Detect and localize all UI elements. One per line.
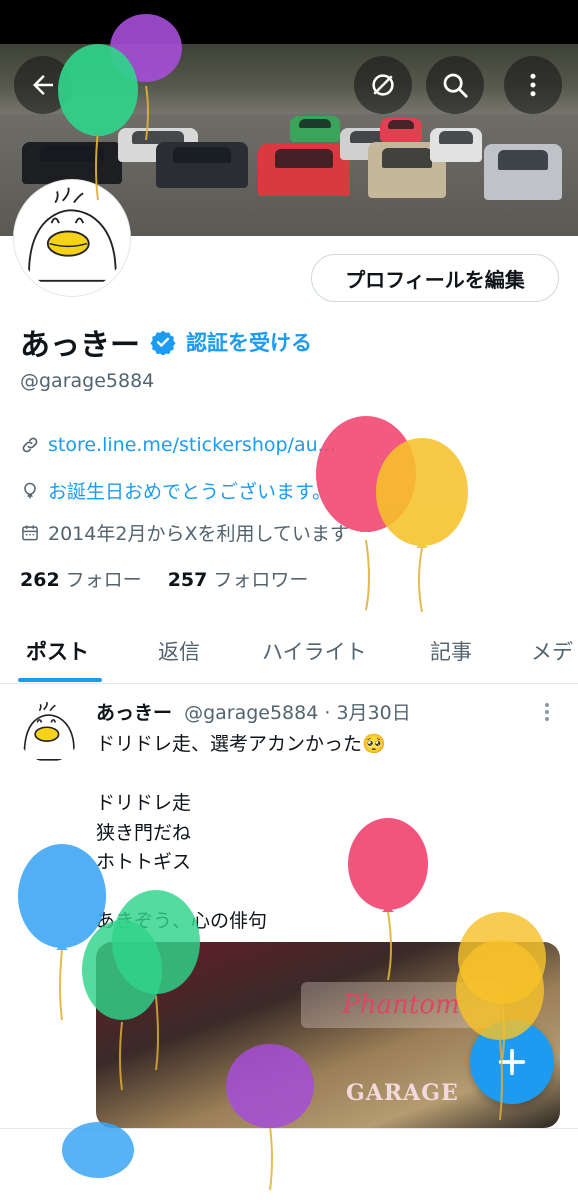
compose-post-button[interactable] — [470, 1020, 554, 1104]
following-link[interactable]: 262 フォロー — [20, 565, 142, 592]
get-verified-link[interactable]: 認証を受ける — [186, 327, 312, 357]
profile-avatar[interactable] — [14, 180, 130, 296]
followers-count: 257 — [167, 569, 208, 591]
balloon-icon — [18, 844, 106, 1021]
duck-avatar-icon — [23, 701, 76, 761]
birthday-text[interactable]: お誕生日おめでとうございます。 — [48, 477, 331, 504]
search-button[interactable] — [426, 56, 484, 114]
arrow-left-icon — [33, 75, 53, 95]
balloon-icon — [376, 438, 468, 613]
post-more-icon[interactable] — [537, 700, 557, 724]
plus-icon — [498, 1048, 526, 1076]
link-icon — [22, 437, 38, 453]
status-bar — [0, 0, 578, 44]
media-plate-text: Phantom — [301, 982, 501, 1028]
following-label: フォロー — [65, 569, 142, 591]
tab-highlights[interactable]: ハイライト — [262, 636, 367, 666]
post-author-name[interactable]: あっきー — [96, 702, 172, 724]
following-count: 262 — [20, 569, 60, 591]
post-author-avatar[interactable] — [18, 700, 80, 762]
media-sign-text: GARAGE — [346, 1080, 459, 1106]
tab-replies[interactable]: 返信 — [158, 636, 200, 666]
profile-handle: @garage5884 — [20, 370, 155, 392]
calendar-icon — [22, 525, 38, 540]
website-link[interactable]: store.line.me/stickershop/au... — [48, 434, 336, 456]
back-button[interactable] — [14, 56, 72, 114]
bottom-navigation — [0, 1128, 578, 1200]
tab-media[interactable]: メデ — [531, 636, 573, 666]
website-row: store.line.me/stickershop/au... — [20, 434, 336, 456]
verified-badge-icon[interactable] — [150, 329, 176, 355]
duck-avatar-icon — [28, 187, 118, 282]
tab-posts[interactable]: ポスト — [26, 636, 89, 666]
profile-name-row: あっきー 認証を受ける — [20, 320, 312, 364]
follow-stats: 262 フォロー 257 フォロワー — [20, 565, 334, 592]
display-name: あっきー — [20, 328, 140, 363]
post-header: あっきー @garage5884 · 3月30日 — [96, 698, 411, 725]
more-vertical-icon — [530, 73, 536, 97]
birthday-row: お誕生日おめでとうございます。 — [20, 477, 331, 504]
post-date[interactable]: 3月30日 — [336, 702, 410, 724]
joined-date: 2014年2月からXを利用しています — [48, 523, 349, 545]
tab-articles[interactable]: 記事 — [430, 636, 472, 666]
no-notifications-icon — [372, 74, 394, 96]
followers-link[interactable]: 257 フォロワー — [168, 565, 309, 592]
balloon-icon — [24, 482, 36, 498]
search-icon — [443, 73, 468, 98]
post-separator: · — [324, 702, 331, 724]
edit-profile-button[interactable]: プロフィールを編集 — [311, 254, 559, 302]
more-options-button[interactable] — [504, 56, 562, 114]
notifications-off-button[interactable] — [354, 56, 412, 114]
active-tab-indicator — [18, 678, 102, 682]
post-text: ドリドレ走、選考アカンかった🥺 ドリドレ走 狭き門だね ホトトギス あきぞう、心… — [96, 733, 386, 932]
post-author-handle[interactable]: @garage5884 — [184, 702, 318, 724]
profile-tabs: ポスト 返信 ハイライト 記事 メデ — [0, 622, 578, 684]
joined-row: 2014年2月からXを利用しています — [20, 519, 349, 546]
followers-label: フォロワー — [213, 569, 309, 591]
